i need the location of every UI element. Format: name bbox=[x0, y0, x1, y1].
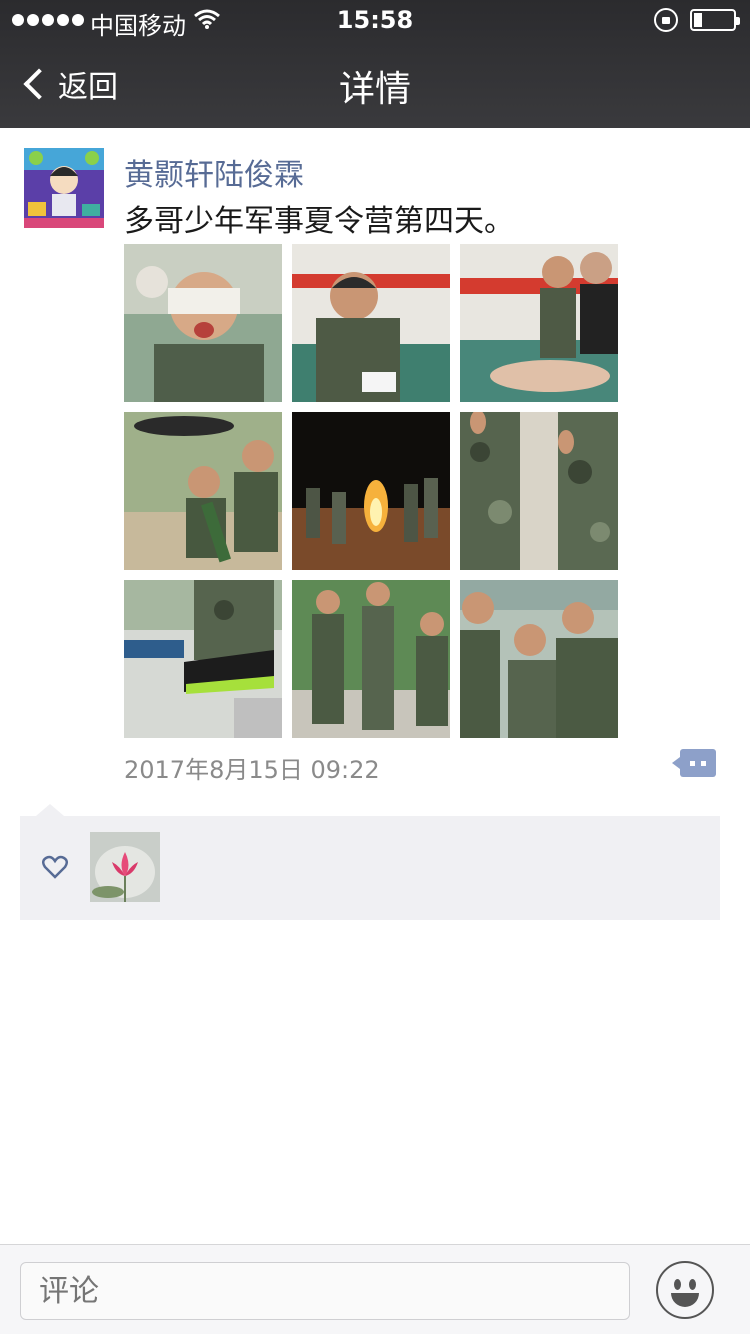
author-avatar[interactable] bbox=[24, 148, 104, 228]
heart-icon bbox=[42, 855, 68, 879]
eye-icon bbox=[674, 1279, 681, 1290]
comment-input[interactable] bbox=[20, 1262, 630, 1320]
post-timestamp: 2017年8月15日 09:22 bbox=[124, 756, 380, 784]
photo-boys-group[interactable] bbox=[460, 580, 618, 738]
likes-pointer bbox=[36, 804, 64, 816]
emoji-button[interactable] bbox=[656, 1261, 714, 1319]
mouth-icon bbox=[671, 1293, 699, 1307]
liker-avatar[interactable] bbox=[90, 832, 160, 902]
photo-boy-with-paper[interactable] bbox=[292, 244, 450, 402]
battery-icon bbox=[690, 9, 740, 31]
dot-icon bbox=[690, 761, 695, 766]
comment-bar bbox=[0, 1244, 750, 1334]
navigation-bar: 返回 详情 bbox=[0, 40, 750, 128]
top-bar: 中国移动 15:58 返回 详情 bbox=[0, 0, 750, 128]
page-title: 详情 bbox=[338, 69, 411, 110]
photo-boys-standing[interactable] bbox=[292, 580, 450, 738]
photo-campfire-night[interactable] bbox=[292, 412, 450, 570]
rotation-lock-icon bbox=[654, 8, 678, 32]
photo-mortar-drill[interactable] bbox=[124, 412, 282, 570]
comment-action-button[interactable] bbox=[672, 749, 716, 777]
photo-sneaker[interactable] bbox=[124, 580, 282, 738]
photo-cpr-training[interactable] bbox=[460, 244, 618, 402]
status-time: 15:58 bbox=[336, 6, 414, 34]
status-bar: 中国移动 15:58 bbox=[0, 0, 750, 40]
dot-icon bbox=[701, 761, 706, 766]
photo-camo-pants[interactable] bbox=[460, 412, 618, 570]
photo-grid bbox=[124, 244, 618, 738]
author-name[interactable]: 黄颢轩陆俊霖 bbox=[124, 150, 304, 194]
eye-icon bbox=[689, 1279, 696, 1290]
photo-bandaged-boy[interactable] bbox=[124, 244, 282, 402]
post-text: 多哥少年军事夏令营第四天。 bbox=[124, 204, 514, 239]
